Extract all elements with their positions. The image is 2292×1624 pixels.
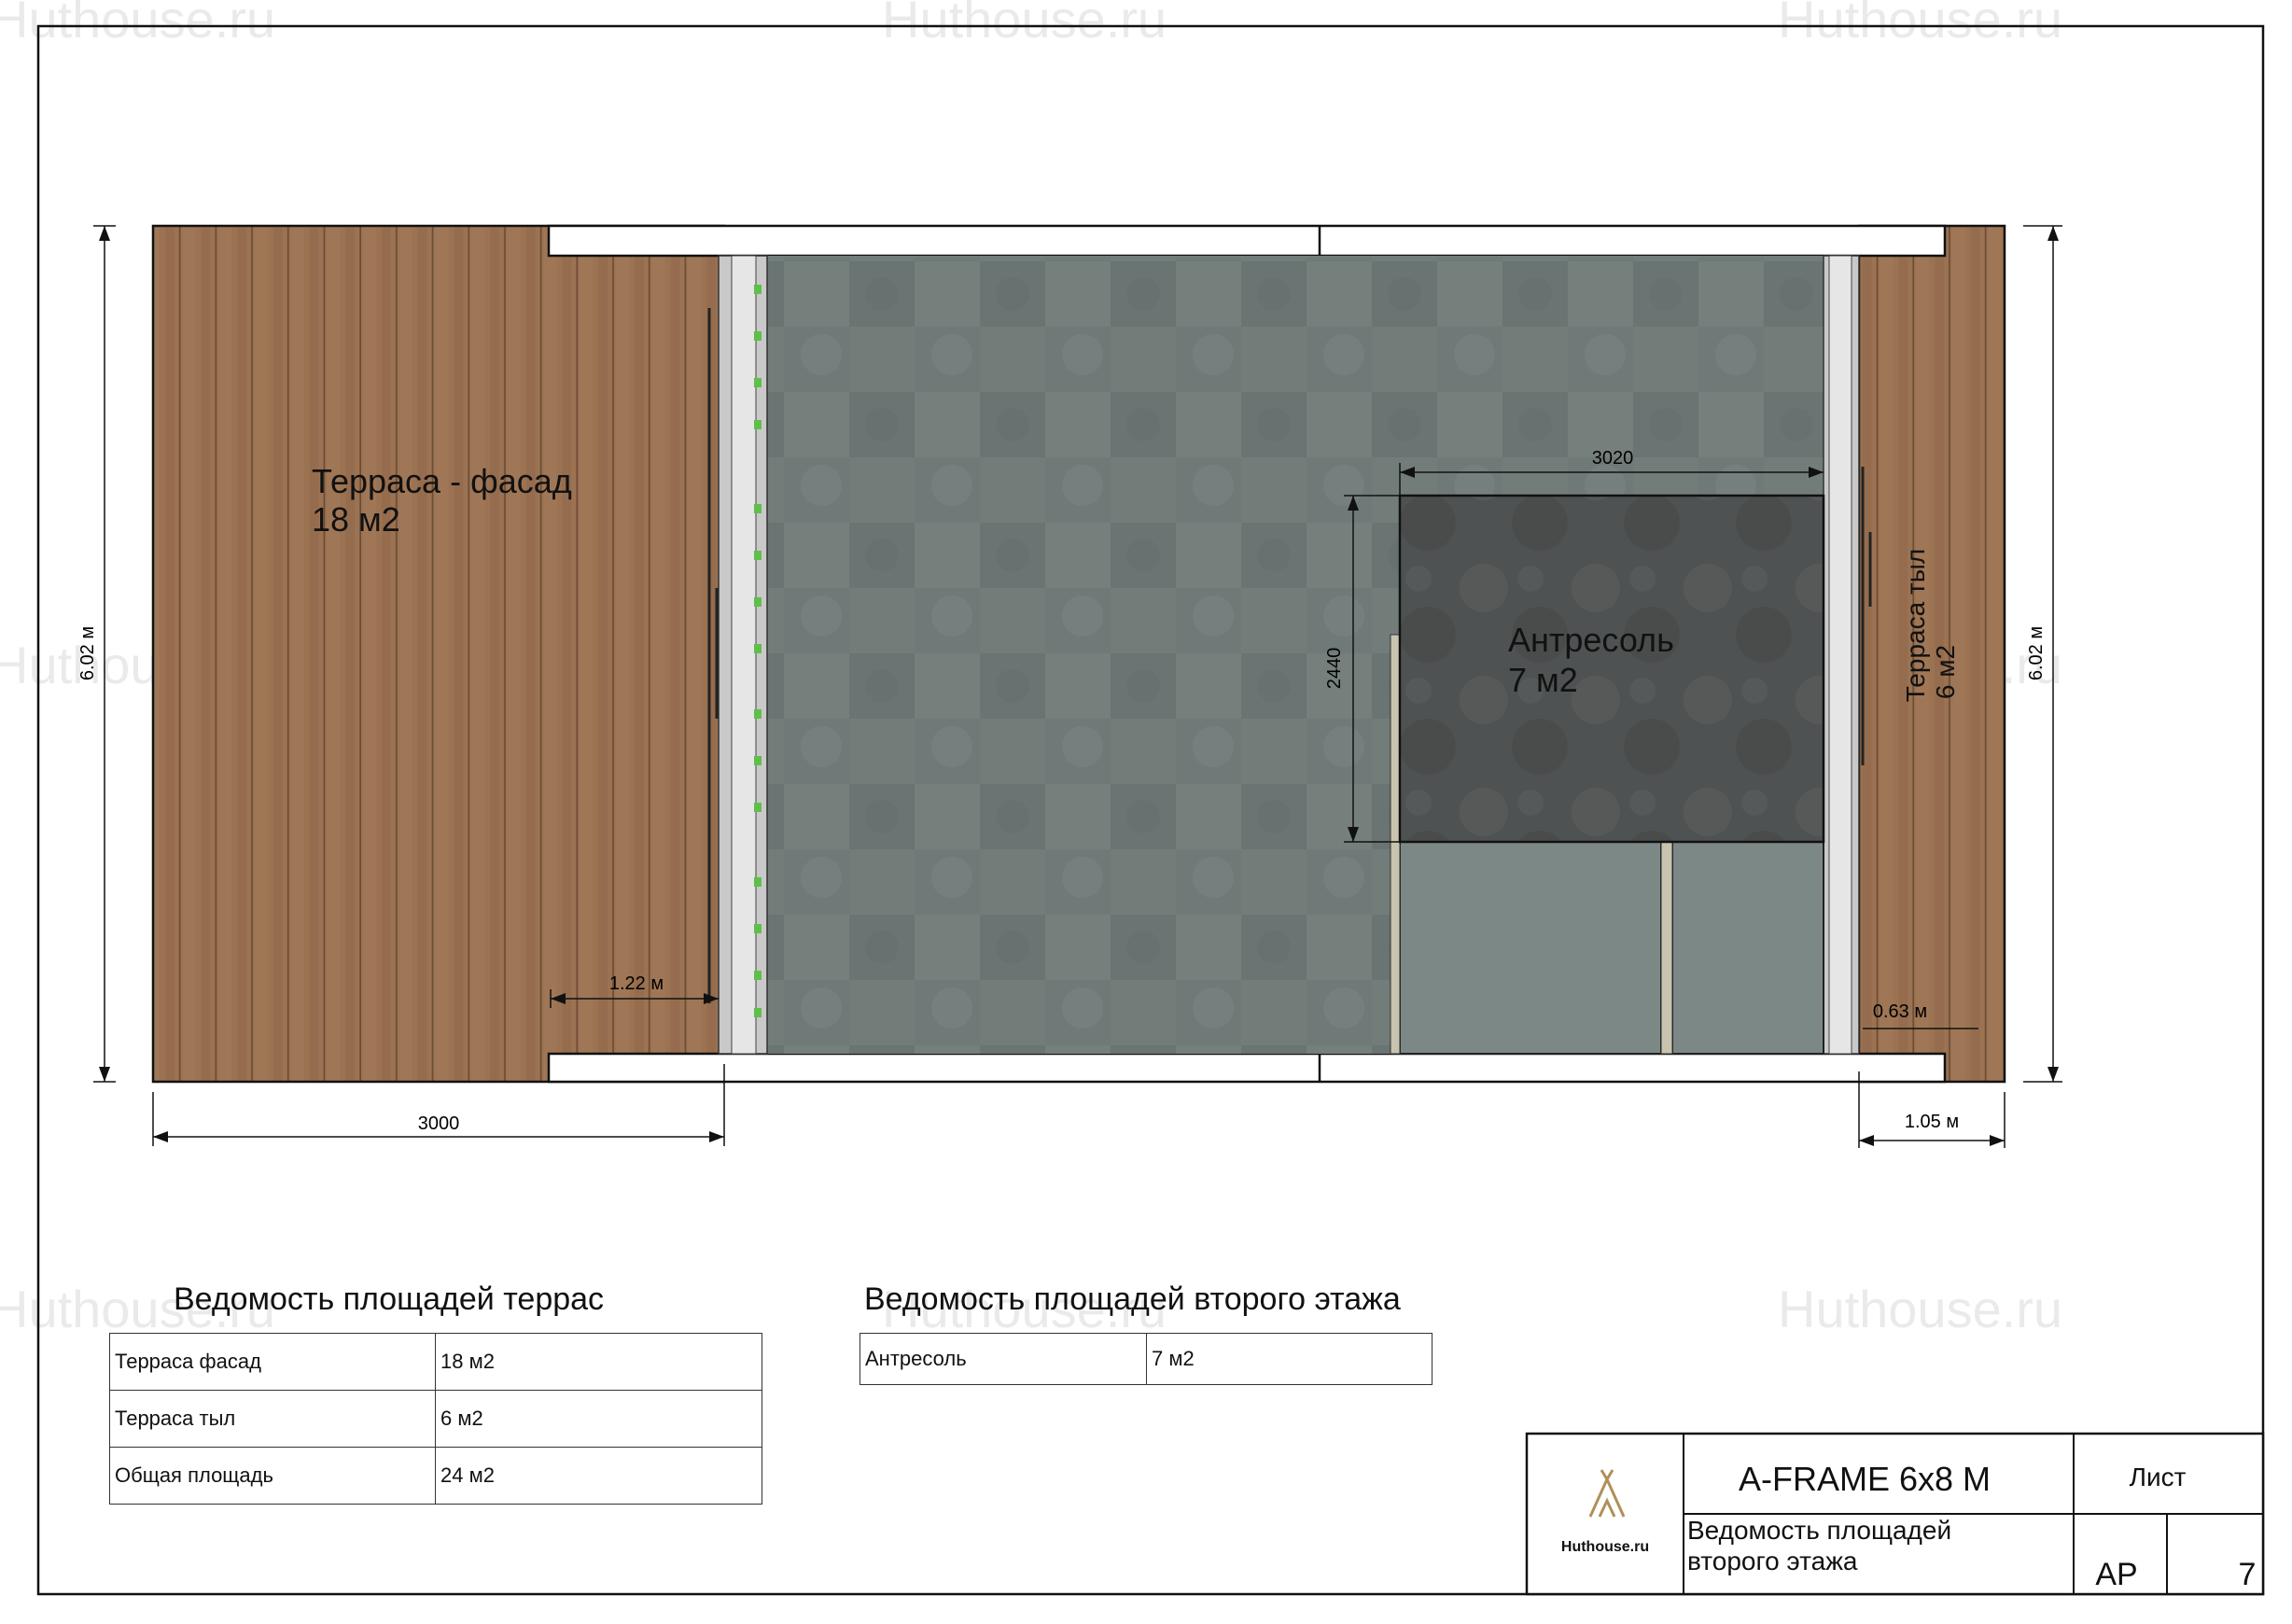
table-cell: Терраса фасад [109, 1333, 436, 1391]
stair-opening-right [1671, 841, 1824, 1055]
back-glazing [1828, 255, 1852, 1055]
sheet-title-line2: второго этажа [1687, 1547, 1858, 1575]
dim-front-width: 3000 [418, 1113, 460, 1134]
roof-strip-bottom [547, 1052, 1947, 1084]
mezzanine-name: Антресоль [1508, 621, 1674, 659]
table-cell: Общая площадь [109, 1447, 436, 1505]
stair-rail-a [1390, 634, 1401, 1055]
table-row: Терраса тыл 6 м2 [109, 1390, 762, 1448]
front-glazing [731, 255, 757, 1055]
floor2-area-table: Антресоль 7 м2 [860, 1333, 1432, 1385]
table-cell: 24 м2 [435, 1447, 762, 1505]
terrace-front-area: 18 м2 [312, 500, 400, 539]
logo-text: Huthouse.ru [1561, 1539, 1649, 1555]
table-row: Терраса фасад 18 м2 [109, 1333, 762, 1391]
sheet-title-line1: Ведомость площадей [1687, 1516, 1951, 1545]
terrace-back-area: 6 м2 [1931, 645, 1960, 699]
terrace-back-name: Терраса тыл [1901, 549, 1930, 702]
table-row: Антресоль 7 м2 [860, 1333, 1432, 1385]
table-cell: 18 м2 [435, 1333, 762, 1391]
stair-opening-left [1399, 841, 1662, 1055]
table-row: Общая площадь 24 м2 [109, 1447, 762, 1505]
terrace-front-deck [151, 224, 726, 1084]
dim-height-right: 6.02 м [2026, 626, 2047, 680]
dim-front-inner: 1.22 м [609, 973, 664, 994]
sheet-code: АР [2095, 1557, 2137, 1592]
table-cell: Антресоль [860, 1333, 1147, 1385]
dim-height-left: 6.02 м [77, 626, 98, 680]
dim-back-inner: 0.63 м [1873, 1001, 1927, 1022]
terrace-area-table: Терраса фасад 18 м2 Терраса тыл 6 м2 Общ… [109, 1333, 762, 1505]
table-cell: 7 м2 [1146, 1333, 1432, 1385]
terrace-front-name: Терраса - фасад [312, 462, 572, 500]
sheet-label: Лист [2130, 1463, 2187, 1491]
mezzanine-area-label: 7 м2 [1508, 661, 1578, 699]
dim-back-width: 1.05 м [1905, 1112, 1959, 1132]
mezzanine-area [1398, 494, 1825, 844]
project-title: A-FRAME 6x8 M [1739, 1460, 1991, 1498]
dim-mezz-depth: 2440 [1324, 648, 1345, 690]
stair-rail-b [1660, 841, 1673, 1055]
roof-strip-top [547, 224, 1947, 258]
terrace-table-title: Ведомость площадей террас [174, 1281, 605, 1317]
table-cell: Терраса тыл [109, 1390, 436, 1448]
table-cell: 6 м2 [435, 1390, 762, 1448]
floor2-table-title: Ведомость площадей второго этажа [864, 1281, 1401, 1317]
dim-mezz-width: 3020 [1592, 448, 1634, 469]
sheet-number: 7 [2239, 1557, 2257, 1592]
